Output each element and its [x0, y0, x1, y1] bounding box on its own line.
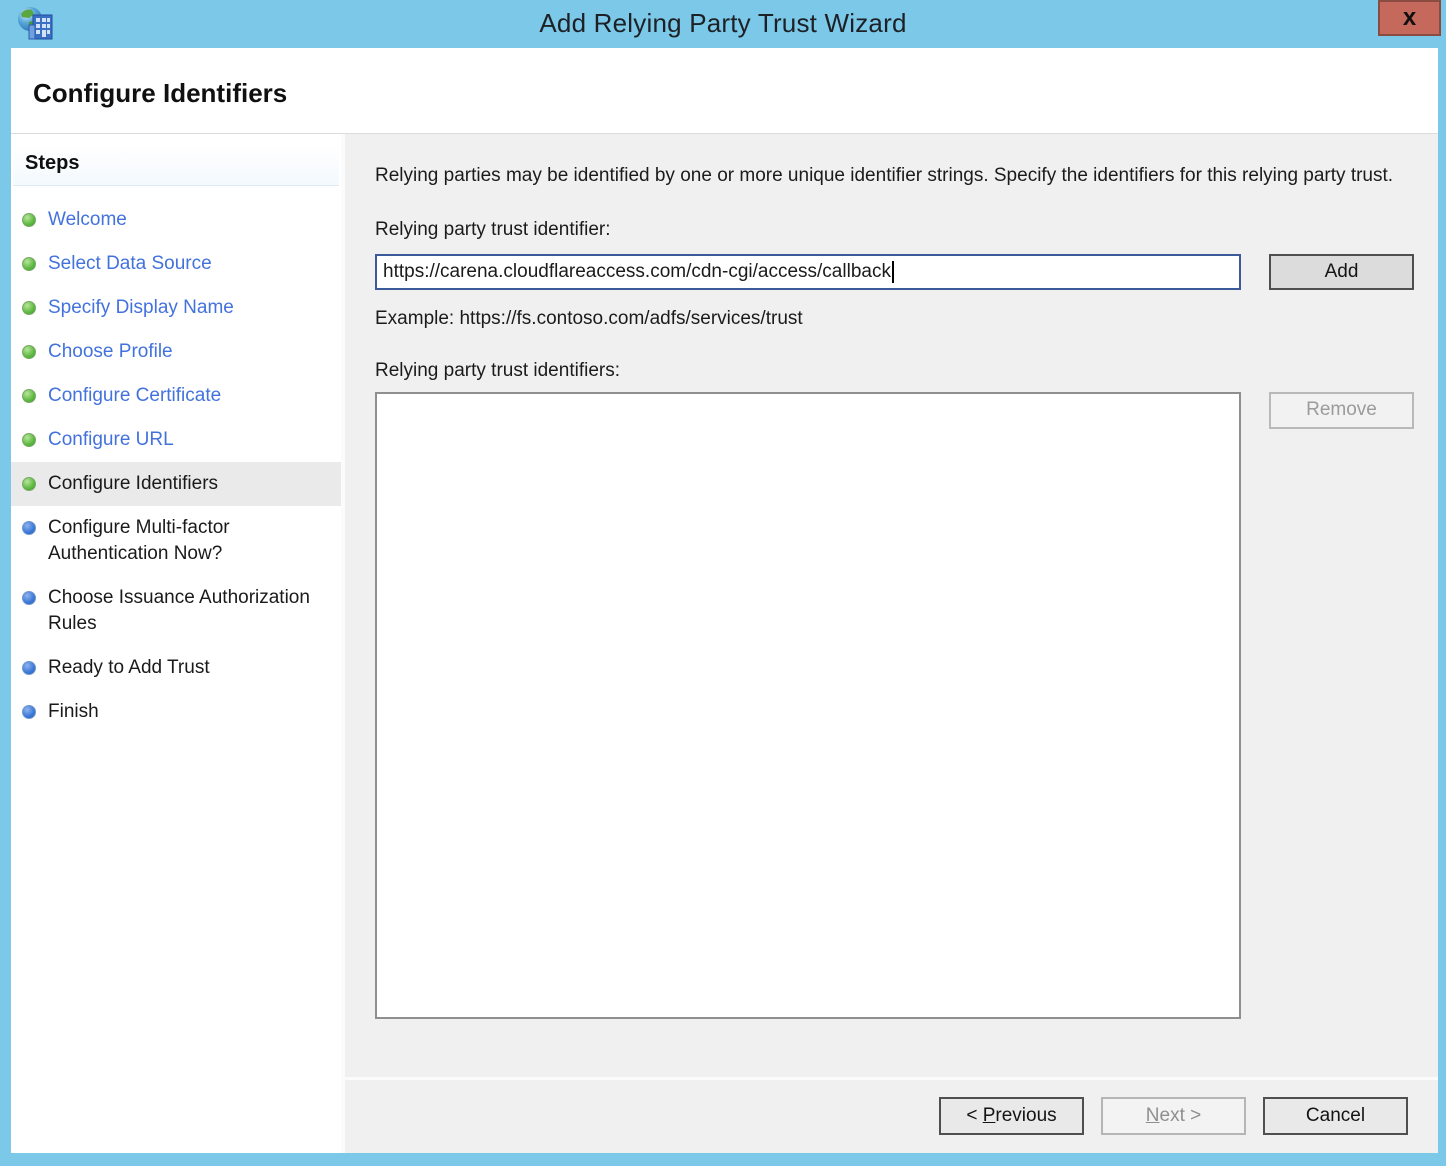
step-item-configure-url: Configure URL	[11, 418, 341, 462]
wizard-footer: < Previous Next > Cancel	[345, 1077, 1438, 1153]
step-bullet-icon	[22, 661, 36, 675]
steps-list: Welcome Select Data Source Specify Display…	[11, 186, 341, 734]
previous-button[interactable]: < Previous	[939, 1097, 1084, 1135]
step-item-configure-certificate: Configure Certificate	[11, 374, 341, 418]
step-bullet-icon	[22, 301, 36, 315]
step-bullet-icon	[22, 433, 36, 447]
step-bullet-icon	[22, 345, 36, 359]
step-item-choose-issuance-authorization-rules: Choose Issuance Authorization Rules	[11, 576, 341, 646]
steps-panel: Steps Welcome Select Data Source Specify D…	[11, 134, 341, 1153]
step-label: Configure Multi-factor Authentication No…	[48, 515, 337, 567]
identifier-input-value: https://carena.cloudflareaccess.com/cdn-…	[383, 261, 891, 283]
next-button[interactable]: Next >	[1101, 1097, 1246, 1135]
text-caret	[892, 261, 894, 283]
step-label: Configure URL	[48, 427, 174, 453]
cancel-button[interactable]: Cancel	[1263, 1097, 1408, 1135]
identifiers-list-label: Relying party trust identifiers:	[375, 360, 1414, 382]
steps-panel-title: Steps	[13, 146, 339, 186]
step-item-choose-profile: Choose Profile	[11, 330, 341, 374]
add-button[interactable]: Add	[1269, 254, 1414, 290]
step-item-ready-to-add-trust: Ready to Add Trust	[11, 646, 341, 690]
remove-button[interactable]: Remove	[1269, 392, 1414, 429]
example-text: Example: https://fs.contoso.com/adfs/ser…	[375, 308, 1414, 330]
step-label: Select Data Source	[48, 251, 212, 277]
step-bullet-icon	[22, 521, 36, 535]
step-label: Configure Identifiers	[48, 471, 218, 497]
close-button[interactable]: x	[1378, 0, 1441, 36]
step-label: Configure Certificate	[48, 383, 221, 409]
step-bullet-icon	[22, 257, 36, 271]
step-label: Finish	[48, 699, 99, 725]
step-label: Choose Profile	[48, 339, 173, 365]
step-item-configure-identifiers: Configure Identifiers	[11, 462, 341, 506]
step-bullet-icon	[22, 705, 36, 719]
identifiers-listbox[interactable]	[375, 392, 1241, 1019]
page-header: Configure Identifiers	[11, 48, 1438, 134]
main-panel: Relying parties may be identified by one…	[341, 134, 1438, 1153]
identifier-input[interactable]: https://carena.cloudflareaccess.com/cdn-…	[375, 254, 1241, 290]
step-item-configure-multi-factor-authentication-now: Configure Multi-factor Authentication No…	[11, 506, 341, 576]
step-bullet-icon	[22, 213, 36, 227]
step-label: Choose Issuance Authorization Rules	[48, 585, 337, 637]
step-bullet-icon	[22, 389, 36, 403]
step-item-welcome: Welcome	[11, 198, 341, 242]
step-bullet-icon	[22, 591, 36, 605]
window-title: Add Relying Party Trust Wizard	[0, 0, 1446, 48]
step-label: Ready to Add Trust	[48, 655, 210, 681]
page-description: Relying parties may be identified by one…	[375, 162, 1405, 189]
identifier-input-label: Relying party trust identifier:	[375, 219, 1414, 241]
page-title: Configure Identifiers	[11, 48, 1438, 109]
step-label: Welcome	[48, 207, 127, 233]
step-item-select-data-source: Select Data Source	[11, 242, 341, 286]
step-item-specify-display-name: Specify Display Name	[11, 286, 341, 330]
wizard-body: Configure Identifiers Steps Welcome Selec…	[11, 48, 1438, 1153]
window-titlebar: Add Relying Party Trust Wizard x	[0, 0, 1446, 48]
step-label: Specify Display Name	[48, 295, 234, 321]
step-bullet-icon	[22, 477, 36, 491]
step-item-finish: Finish	[11, 690, 341, 734]
